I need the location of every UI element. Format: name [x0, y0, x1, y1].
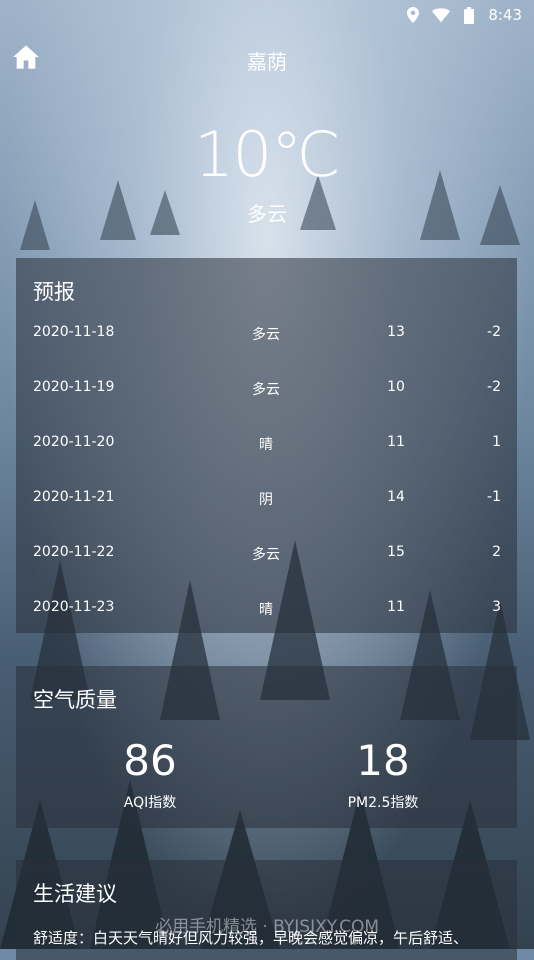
- forecast-condition: 多云: [252, 547, 280, 563]
- forecast-max: 11: [387, 599, 405, 615]
- forecast-date: 2020-11-20: [33, 434, 115, 450]
- forecast-date: 2020-11-23: [33, 599, 115, 615]
- forecast-card: 预报 2020-11-18 多云 13 -2 2020-11-19 多云 10 …: [16, 258, 517, 633]
- forecast-min: -2: [487, 379, 501, 395]
- forecast-row: 2020-11-19 多云 10 -2: [16, 373, 517, 403]
- air-quality-card: 空气质量 86 AQI指数 18 PM2.5指数: [16, 666, 517, 828]
- current-temperature: 10℃: [194, 118, 341, 191]
- air-quality-title: 空气质量: [33, 688, 117, 712]
- forecast-date: 2020-11-19: [33, 379, 115, 395]
- current-condition: 多云: [247, 202, 287, 226]
- forecast-min: -1: [487, 489, 501, 505]
- pm25-label: PM2.5指数: [347, 795, 419, 811]
- forecast-max: 15: [387, 544, 405, 560]
- aqi-block: 86 AQI指数: [50, 736, 250, 812]
- forecast-max: 11: [387, 434, 405, 450]
- forecast-date: 2020-11-22: [33, 544, 115, 560]
- aqi-label: AQI指数: [123, 795, 177, 811]
- pm25-block: 18 PM2.5指数: [283, 736, 483, 812]
- watermark: 必用手机精选 · BYJSJXY.COM: [154, 917, 380, 937]
- forecast-row: 2020-11-18 多云 13 -2: [16, 318, 517, 348]
- pm25-value: 18: [356, 736, 410, 785]
- forecast-min: 3: [492, 599, 501, 615]
- forecast-min: -2: [487, 324, 501, 340]
- city-name: 嘉荫: [247, 50, 287, 74]
- forecast-condition: 晴: [259, 602, 273, 618]
- forecast-max: 14: [387, 489, 405, 505]
- forecast-condition: 多云: [252, 382, 280, 398]
- forecast-max: 10: [387, 379, 405, 395]
- forecast-max: 13: [387, 324, 405, 340]
- forecast-condition: 晴: [259, 437, 273, 453]
- status-time: 8:43: [488, 6, 522, 24]
- location-icon: [404, 6, 422, 24]
- wifi-icon: [432, 6, 451, 24]
- battery-icon: [460, 6, 478, 24]
- forecast-row: 2020-11-22 多云 15 2: [16, 538, 517, 568]
- life-advice-title: 生活建议: [33, 882, 117, 906]
- forecast-row: 2020-11-23 晴 11 3: [16, 593, 517, 623]
- aqi-value: 86: [123, 736, 177, 785]
- forecast-row: 2020-11-20 晴 11 1: [16, 428, 517, 458]
- forecast-date: 2020-11-18: [33, 324, 115, 340]
- status-bar: 8:43: [0, 0, 534, 30]
- app-header: 嘉荫: [0, 40, 534, 80]
- forecast-min: 2: [492, 544, 501, 560]
- forecast-row: 2020-11-21 阴 14 -1: [16, 483, 517, 513]
- forecast-min: 1: [492, 434, 501, 450]
- life-advice-card: 生活建议 舒适度：白天天气晴好但风力较强，早晚会感觉偏凉，午后舒适、: [16, 860, 517, 960]
- forecast-date: 2020-11-21: [33, 489, 115, 505]
- forecast-title: 预报: [33, 280, 75, 304]
- forecast-condition: 阴: [259, 492, 273, 508]
- forecast-condition: 多云: [252, 327, 280, 343]
